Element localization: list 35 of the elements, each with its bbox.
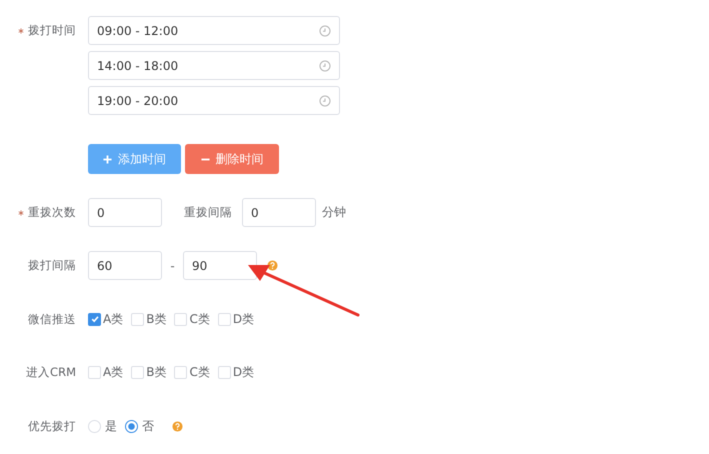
clock-icon bbox=[319, 94, 331, 106]
field-label: 拨打时间 bbox=[28, 23, 76, 38]
field-label: 重拨间隔 bbox=[184, 205, 232, 220]
option-label: D类 bbox=[232, 310, 254, 328]
time-range-field[interactable]: 14:00 - 18:00 bbox=[88, 51, 340, 80]
field-label: 进入CRM bbox=[26, 364, 76, 380]
range-separator: - bbox=[169, 258, 176, 272]
help-icon[interactable] bbox=[172, 420, 183, 432]
radio-button[interactable] bbox=[125, 420, 138, 432]
option-label: C类 bbox=[189, 364, 210, 380]
option-label: B类 bbox=[146, 310, 166, 328]
field-label: 拨打间隔 bbox=[28, 258, 76, 273]
field-label: 重拨次数 bbox=[28, 205, 76, 220]
retry-interval-field[interactable]: 0 bbox=[242, 198, 316, 227]
field-label: 优先拨打 bbox=[28, 418, 76, 434]
option-label: B类 bbox=[146, 364, 166, 380]
retry-count-field[interactable]: 0 bbox=[88, 198, 162, 227]
option-label: A类 bbox=[103, 364, 124, 380]
max-interval-field[interactable]: 90 bbox=[183, 251, 257, 280]
option-label: 是 bbox=[105, 418, 117, 434]
clock-icon bbox=[319, 24, 331, 36]
option-label: 否 bbox=[142, 418, 154, 434]
unit-label: 分钟 bbox=[322, 204, 346, 221]
time-range-field[interactable]: 19:00 - 20:00 bbox=[88, 86, 340, 115]
clock-icon bbox=[319, 60, 331, 72]
check-icon bbox=[90, 314, 100, 324]
plus-icon bbox=[103, 154, 112, 164]
field-label: 微信推送 bbox=[28, 312, 76, 326]
min-interval-field[interactable]: 60 bbox=[88, 251, 162, 280]
help-icon[interactable] bbox=[267, 260, 278, 271]
option-label: A类 bbox=[103, 310, 124, 328]
option-label: C类 bbox=[189, 310, 210, 328]
option-label: D类 bbox=[232, 364, 254, 380]
time-range-field[interactable]: 09:00 - 12:00 bbox=[88, 16, 340, 45]
checkbox[interactable] bbox=[88, 312, 101, 326]
